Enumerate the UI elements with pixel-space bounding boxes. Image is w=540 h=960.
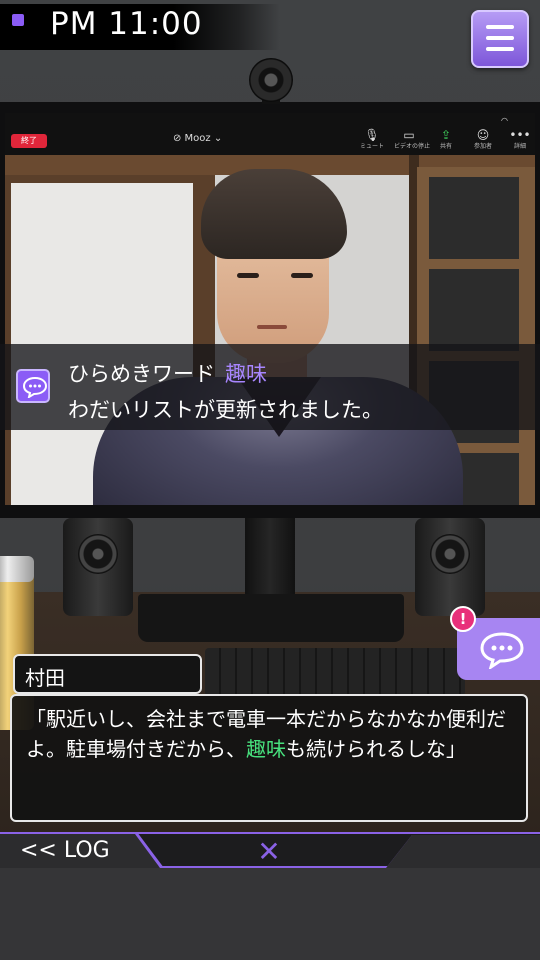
speaker-left (63, 518, 133, 616)
person-eye (291, 273, 313, 278)
stop-video-label: ビデオの停止 (394, 143, 431, 150)
menu-icon-bar (486, 36, 514, 40)
participants-label: 参加者 (473, 143, 492, 150)
speaker-right (415, 518, 485, 616)
clock-time: PM 11:00 (50, 6, 203, 42)
menu-icon (486, 25, 514, 29)
speaker-cone-icon (78, 534, 118, 574)
stop-video-button[interactable]: ▭ ビデオの停止 (394, 127, 431, 151)
bottom-area (0, 868, 540, 960)
dialog-text-part: も続けられるしな」 (286, 737, 466, 761)
beer-can-top (0, 556, 34, 582)
monitor-stand (245, 518, 295, 598)
chat-bubble-icon (16, 369, 50, 403)
notification-message: わだいリストが更新されました。 (68, 398, 383, 422)
dialog-keyword: 趣味 (246, 737, 286, 761)
monitor-stand-base (138, 594, 404, 642)
right-tab (386, 835, 540, 868)
end-call-button[interactable]: 終了 (11, 134, 47, 148)
microphone-icon: 🎙︎ (364, 128, 380, 142)
door-pane (429, 269, 519, 351)
participants-button[interactable]: ☺ 参加者 (468, 127, 498, 151)
keyboard (205, 648, 465, 696)
menu-button[interactable] (471, 10, 529, 68)
more-icon: ••• (509, 128, 531, 142)
details-label: 詳細 (513, 143, 526, 150)
call-toolbar: 終了 ⊘ Mooz ⌄ ◠ 🎙︎ ミュート ▭ ビデオの停止 ⇪ 共有 ☺ 参加… (5, 113, 535, 155)
share-button[interactable]: ⇪ 共有 (431, 127, 461, 151)
person-eye (237, 273, 259, 278)
speaker-cone-icon (430, 534, 470, 574)
video-feed (5, 155, 535, 505)
close-icon[interactable]: ✕ (254, 838, 284, 866)
menu-icon-bar (486, 47, 514, 51)
share-label: 共有 (439, 143, 452, 150)
log-button[interactable]: << LOG (20, 838, 110, 863)
webcam-icon (249, 58, 293, 102)
wifi-icon: ◠ (501, 116, 508, 125)
clock-indicator-icon (12, 14, 24, 26)
speaker-name-box: 村田 (13, 654, 202, 694)
notification-prefix: ひらめきワード (68, 362, 215, 386)
details-button[interactable]: ••• 詳細 (505, 127, 535, 151)
notification-keyword: 趣味 (225, 362, 267, 386)
dialog-box[interactable]: 「駅近いし、会社まで電車一本だからなかなか便利だよ。駐車場付きだから、趣味も続け… (10, 694, 528, 822)
person-hair (201, 169, 347, 259)
share-icon: ⇪ (440, 128, 452, 142)
video-camera-icon: ▭ (403, 128, 415, 142)
chat-bubble-icon (480, 632, 524, 669)
dialog-text: 「駅近いし、会社まで電車一本だからなかなか便利だよ。駐車場付きだから、趣味も続け… (26, 704, 518, 764)
meeting-title[interactable]: ⊘ Mooz ⌄ (173, 133, 222, 144)
mute-label: ミュート (359, 143, 384, 150)
video-call-screen: 終了 ⊘ Mooz ⌄ ◠ 🎙︎ ミュート ▭ ビデオの停止 ⇪ 共有 ☺ 参加… (5, 113, 535, 505)
mute-button[interactable]: 🎙︎ ミュート (357, 127, 387, 151)
person-mouth (257, 325, 287, 329)
notification-title: ひらめきワード 趣味 (68, 358, 267, 388)
participants-icon: ☺ (476, 128, 490, 142)
alert-badge: ! (450, 606, 476, 632)
door-pane (429, 177, 519, 259)
speaker-name: 村田 (25, 666, 65, 690)
